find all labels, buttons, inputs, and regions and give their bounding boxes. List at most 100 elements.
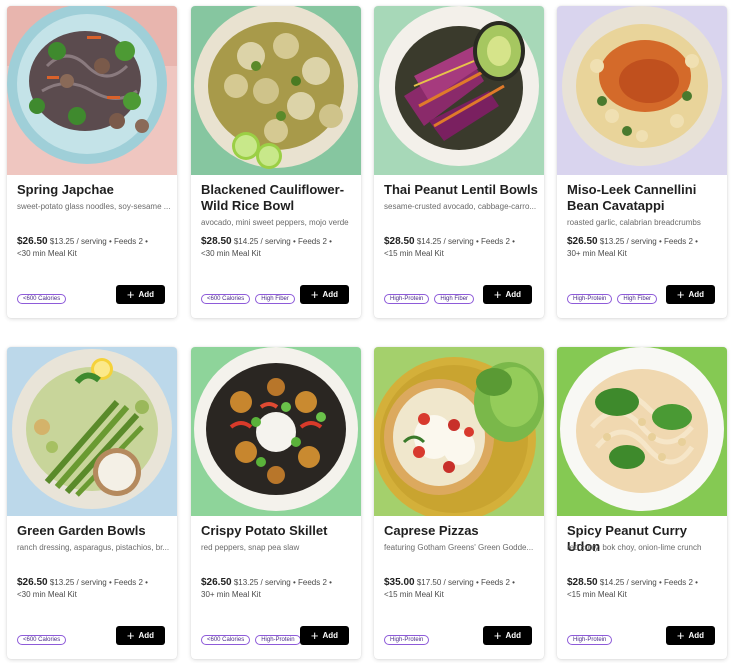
meal-kit-time: <30 min Meal Kit xyxy=(201,249,261,258)
diet-badge: <600 Calories xyxy=(17,635,67,645)
price-line: $28.50 $14.25 / serving • Feeds 2 • xyxy=(201,235,357,248)
meal-photo[interactable] xyxy=(7,347,177,516)
add-label: Add xyxy=(688,631,705,640)
meal-price: $28.50 xyxy=(384,236,415,247)
meal-photo[interactable] xyxy=(557,347,727,516)
price-line: $26.50 $13.25 / serving • Feeds 2 • xyxy=(17,235,173,248)
price-line: $28.50 $14.25 / serving • Feeds 2 • xyxy=(567,576,723,589)
add-label: Add xyxy=(688,290,705,299)
diet-badge: High Fiber xyxy=(434,294,475,304)
price-line: $26.50 $13.25 / serving • Feeds 2 • xyxy=(567,235,723,248)
diet-badge: High-Protein xyxy=(384,635,430,645)
meal-card[interactable]: Spring Japchae sweet-potato glass noodle… xyxy=(7,6,177,318)
plus-icon: + xyxy=(493,628,502,643)
diet-badge: High-Protein xyxy=(255,635,301,645)
add-button[interactable]: + Add xyxy=(666,285,715,304)
meal-title[interactable]: Green Garden Bowls xyxy=(17,523,171,539)
meal-title[interactable]: Crispy Potato Skillet xyxy=(201,523,355,539)
meal-card[interactable]: Green Garden Bowls ranch dressing, aspar… xyxy=(7,347,177,659)
add-label: Add xyxy=(138,631,155,640)
meal-photo[interactable] xyxy=(7,6,177,175)
serving-info: $14.25 / serving • Feeds 2 • xyxy=(416,237,515,246)
add-button[interactable]: + Add xyxy=(116,626,165,645)
meal-card[interactable]: Caprese Pizzas featuring Gotham Greens' … xyxy=(374,347,544,659)
meal-kit-time: <15 min Meal Kit xyxy=(384,590,444,599)
meal-description: sweet-potato glass noodles, soy-sesame .… xyxy=(17,202,171,211)
meal-photo[interactable] xyxy=(374,347,544,516)
meal-kit-time: 30+ min Meal Kit xyxy=(201,590,261,599)
price-line: $26.50 $13.25 / serving • Feeds 2 • xyxy=(201,576,357,589)
plus-icon: + xyxy=(126,287,135,302)
meal-description: roasted garlic, calabrian breadcrumbs xyxy=(567,218,701,227)
meal-description: featuring Gotham Greens' Green Godde... xyxy=(384,543,534,552)
add-label: Add xyxy=(138,290,155,299)
add-button[interactable]: + Add xyxy=(483,626,532,645)
meal-title[interactable]: Thai Peanut Lentil Bowls xyxy=(384,182,538,198)
meal-description: ranch dressing, asparagus, pistachios, b… xyxy=(17,543,170,552)
plus-icon: + xyxy=(676,628,685,643)
meal-price: $28.50 xyxy=(201,236,232,247)
price-line: $35.00 $17.50 / serving • Feeds 2 • xyxy=(384,576,540,589)
meal-photo[interactable] xyxy=(557,6,727,175)
add-button[interactable]: + Add xyxy=(666,626,715,645)
meal-title[interactable]: Spring Japchae xyxy=(17,182,171,198)
meal-kit-time: <30 min Meal Kit xyxy=(17,249,77,258)
diet-badge: High Fiber xyxy=(617,294,658,304)
meal-price: $26.50 xyxy=(567,236,598,247)
badge-list: <600 Calories xyxy=(17,294,67,304)
meal-photo[interactable] xyxy=(191,347,361,516)
meal-card[interactable]: Thai Peanut Lentil Bowls sesame-crusted … xyxy=(374,6,544,318)
meal-title[interactable]: Miso-Leek Cannellini Bean Cavatappi xyxy=(567,182,721,214)
meal-title[interactable]: Blackened Cauliflower-Wild Rice Bowl xyxy=(201,182,355,214)
serving-info: $13.25 / serving • Feeds 2 • xyxy=(49,237,148,246)
serving-info: $13.25 / serving • Feeds 2 • xyxy=(233,578,332,587)
badge-list: <600 Calories High-Protein xyxy=(201,635,301,645)
meal-kit-time: <15 min Meal Kit xyxy=(567,590,627,599)
serving-info: $14.25 / serving • Feeds 2 • xyxy=(233,237,332,246)
price-line: $26.50 $13.25 / serving • Feeds 2 • xyxy=(17,576,173,589)
meal-kit-time: <15 min Meal Kit xyxy=(384,249,444,258)
diet-badge: High-Protein xyxy=(567,294,613,304)
add-label: Add xyxy=(322,290,339,299)
meal-grid: Spring Japchae sweet-potato glass noodle… xyxy=(7,6,729,661)
meal-kit-time: <30 min Meal Kit xyxy=(17,590,77,599)
diet-badge: <600 Calories xyxy=(201,294,251,304)
diet-badge: High Fiber xyxy=(255,294,295,304)
meal-price: $26.50 xyxy=(17,577,48,588)
plus-icon: + xyxy=(310,628,319,643)
meal-title[interactable]: Caprese Pizzas xyxy=(384,523,538,539)
meal-card[interactable]: Crispy Potato Skillet red peppers, snap … xyxy=(191,347,361,659)
plus-icon: + xyxy=(310,287,319,302)
meal-price: $35.00 xyxy=(384,577,415,588)
diet-badge: <600 Calories xyxy=(201,635,251,645)
meal-card[interactable]: Spicy Peanut Curry Udon red curry, bok c… xyxy=(557,347,727,659)
meal-price: $26.50 xyxy=(17,236,48,247)
badge-list: <600 Calories High Fiber xyxy=(201,294,295,304)
serving-info: $14.25 / serving • Feeds 2 • xyxy=(599,578,698,587)
add-button[interactable]: + Add xyxy=(483,285,532,304)
serving-info: $13.25 / serving • Feeds 2 • xyxy=(599,237,698,246)
add-button[interactable]: + Add xyxy=(300,626,349,645)
meal-price: $28.50 xyxy=(567,577,598,588)
meal-kit-time: 30+ min Meal Kit xyxy=(567,249,627,258)
diet-badge: High-Protein xyxy=(384,294,430,304)
meal-price: $26.50 xyxy=(201,577,232,588)
price-line: $28.50 $14.25 / serving • Feeds 2 • xyxy=(384,235,540,248)
add-button[interactable]: + Add xyxy=(116,285,165,304)
badge-list: High-Protein High Fiber xyxy=(567,294,658,304)
diet-badge: High-Protein xyxy=(567,635,613,645)
badge-list: High-Protein xyxy=(384,635,430,645)
badge-list: High-Protein High Fiber xyxy=(384,294,475,304)
diet-badge: <600 Calories xyxy=(17,294,67,304)
add-button[interactable]: + Add xyxy=(300,285,349,304)
add-label: Add xyxy=(505,631,522,640)
meal-description: red peppers, snap pea slaw xyxy=(201,543,300,552)
plus-icon: + xyxy=(126,628,135,643)
meal-description: sesame-crusted avocado, cabbage-carro... xyxy=(384,202,537,211)
plus-icon: + xyxy=(676,287,685,302)
meal-photo[interactable] xyxy=(374,6,544,175)
badge-list: High-Protein xyxy=(567,635,613,645)
meal-card[interactable]: Blackened Cauliflower-Wild Rice Bowl avo… xyxy=(191,6,361,318)
meal-photo[interactable] xyxy=(191,6,361,175)
meal-card[interactable]: Miso-Leek Cannellini Bean Cavatappi roas… xyxy=(557,6,727,318)
